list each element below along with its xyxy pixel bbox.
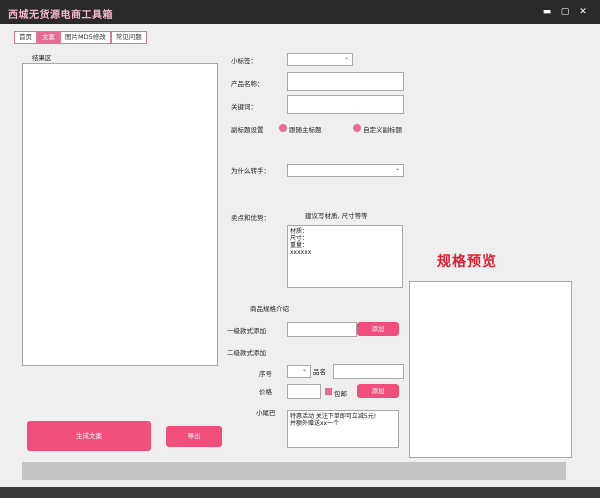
result-label: 结果区 (32, 54, 52, 62)
item-name-label: 品名 (313, 368, 326, 376)
radio-follow-title[interactable] (279, 124, 287, 132)
tab-faq[interactable]: 常见问题 (110, 31, 147, 44)
spec-intro-label: 商品规格介绍 (250, 305, 289, 313)
preview-panel (409, 281, 572, 458)
add-level2-button[interactable]: 添加 (357, 384, 399, 398)
generate-button[interactable]: 生成文案 (27, 421, 151, 451)
tab-image-md5[interactable]: 图片MD5修改 (60, 31, 111, 44)
price-input[interactable] (287, 384, 321, 399)
item-name-input[interactable] (333, 364, 404, 379)
radio-follow-title-label: 跟随主标题 (289, 126, 322, 134)
selling-points-textarea[interactable]: 材质： 尺寸： 重量： xxxxxx (287, 225, 403, 288)
close-button[interactable]: ✕ (576, 6, 590, 18)
taskbar (0, 487, 600, 498)
result-textarea[interactable] (22, 63, 218, 366)
why-transfer-label: 为什么转手： (231, 167, 270, 175)
window-title: 西城无货源电商工具箱 (8, 10, 113, 21)
title-bar: 西城无货源电商工具箱 ▬ ▢ ✕ (0, 0, 600, 24)
level1-add-label: 一级款式添加 (227, 327, 266, 335)
add-level1-button[interactable]: 添加 (357, 322, 399, 336)
tail-textarea[interactable]: 特惠活动 关注下单即可立减5元! 并额外赠送xx一个 (287, 410, 399, 448)
free-shipping-checkbox[interactable] (325, 388, 332, 395)
export-button[interactable]: 导出 (166, 426, 222, 447)
chevron-down-icon: ⌄ (394, 165, 400, 172)
why-transfer-select[interactable]: ⌄ (287, 164, 404, 177)
small-tag-select[interactable]: ⌄ (287, 53, 353, 66)
level1-input[interactable] (287, 322, 357, 337)
tab-copywriting[interactable]: 文案 (37, 31, 60, 44)
product-name-label: 产品名称： (231, 80, 264, 88)
subtitle-setting-label: 副标题设置 (231, 126, 264, 134)
price-label: 价格 (259, 388, 272, 396)
product-name-input[interactable] (287, 72, 404, 91)
level2-add-label: 二级款式添加 (227, 349, 266, 357)
tail-label: 小尾巴 (256, 409, 276, 417)
radio-custom-subtitle-label: 自定义副标题 (363, 126, 402, 134)
serial-select[interactable]: ⌄ (287, 365, 311, 378)
status-bar (22, 462, 566, 480)
chevron-down-icon: ⌄ (343, 54, 349, 61)
app-window: 西城无货源电商工具箱 ▬ ▢ ✕ 首页 文案 图片MD5修改 常见问题 结果区 … (0, 0, 600, 498)
tab-home[interactable]: 首页 (14, 31, 37, 44)
selling-points-label: 卖点和优势： (231, 214, 270, 222)
minimize-button[interactable]: ▬ (540, 6, 554, 18)
radio-custom-subtitle[interactable] (353, 124, 361, 132)
maximize-button[interactable]: ▢ (558, 6, 572, 18)
free-shipping-label: 包邮 (334, 390, 347, 398)
small-tag-label: 小标签： (231, 57, 257, 65)
keywords-label: 关键词： (231, 103, 257, 111)
keywords-input[interactable] (287, 95, 404, 114)
selling-points-hint: 建议写材质, 尺寸等等 (305, 212, 368, 220)
serial-label: 序号 (259, 370, 272, 378)
chevron-down-icon: ⌄ (301, 366, 307, 373)
preview-title: 规格预览 (437, 254, 497, 270)
tab-bar: 首页 文案 图片MD5修改 常见问题 (14, 31, 147, 44)
